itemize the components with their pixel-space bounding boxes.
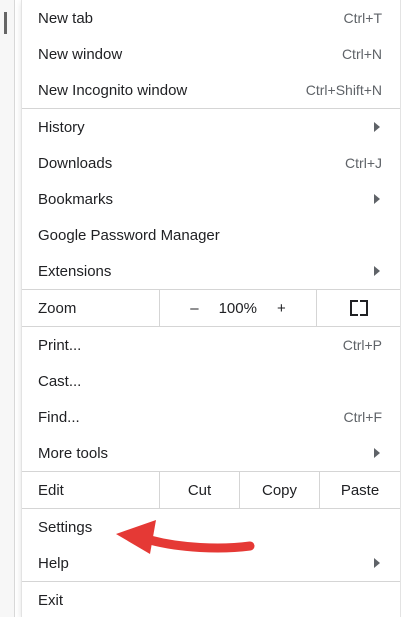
edit-row: Edit Cut Copy Paste [22,472,400,508]
fullscreen-icon [349,300,368,316]
menu-item-google-password-manager[interactable]: Google Password Manager [22,217,400,253]
menu-item-label: Google Password Manager [38,226,220,244]
submenu-arrow-icon [374,266,380,276]
menu-item-label: Help [38,554,69,572]
paste-button[interactable]: Paste [319,472,400,508]
zoom-out-button[interactable]: – [190,300,198,317]
menu-item-shortcut: Ctrl+N [341,46,382,62]
menu-item-bookmarks[interactable]: Bookmarks [22,181,400,217]
menu-item-shortcut: Ctrl+J [345,155,382,171]
submenu-arrow-icon [374,194,380,204]
menu-item-label: New Incognito window [38,81,188,99]
zoom-controls: – 100% + [159,290,316,326]
menu-item-shortcut: Ctrl+P [342,337,382,353]
menu-item-shortcut: Ctrl+F [343,409,383,425]
fullscreen-button[interactable] [316,290,400,326]
window-edge-mark [4,12,7,34]
menu-item-cast[interactable]: Cast... [22,363,400,399]
menu-item-label: History [38,118,85,136]
menu-item-label: Find... [38,408,80,426]
menu-item-label: Bookmarks [38,190,114,208]
zoom-row: Zoom – 100% + [22,290,400,326]
menu-item-exit[interactable]: Exit [22,582,400,617]
menu-item-label: New tab [38,9,94,27]
menu-item-label: Print... [38,336,82,354]
background-window-edge [0,0,15,617]
menu-item-help[interactable]: Help [22,545,400,581]
cut-button[interactable]: Cut [159,472,239,508]
edit-label: Edit [38,481,64,499]
menu-item-new-tab[interactable]: New tab Ctrl+T [22,0,400,36]
menu-item-label: New window [38,45,123,63]
zoom-in-button[interactable]: + [277,300,286,317]
menu-item-shortcut: Ctrl+Shift+N [305,82,382,98]
copy-button[interactable]: Copy [239,472,319,508]
submenu-arrow-icon [374,448,380,458]
menu-item-settings[interactable]: Settings [22,509,400,545]
menu-item-label: Settings [38,518,93,536]
submenu-arrow-icon [374,558,380,568]
zoom-label: Zoom [38,299,77,317]
menu-item-downloads[interactable]: Downloads Ctrl+J [22,145,400,181]
menu-item-new-incognito-window[interactable]: New Incognito window Ctrl+Shift+N [22,72,400,108]
menu-item-new-window[interactable]: New window Ctrl+N [22,36,400,72]
menu-item-shortcut: Ctrl+T [343,10,383,26]
menu-item-find[interactable]: Find... Ctrl+F [22,399,400,435]
zoom-level: 100% [218,299,257,317]
menu-item-print[interactable]: Print... Ctrl+P [22,327,400,363]
menu-item-label: Cast... [38,372,82,390]
menu-item-more-tools[interactable]: More tools [22,435,400,471]
menu-item-label: Extensions [38,262,112,280]
page: New tab Ctrl+T New window Ctrl+N New Inc… [0,0,401,617]
browser-menu: New tab Ctrl+T New window Ctrl+N New Inc… [21,0,401,617]
menu-item-label: Exit [38,591,64,609]
submenu-arrow-icon [374,122,380,132]
menu-item-label: Downloads [38,154,113,172]
menu-item-history[interactable]: History [22,109,400,145]
menu-item-extensions[interactable]: Extensions [22,253,400,289]
menu-item-label: More tools [38,444,109,462]
